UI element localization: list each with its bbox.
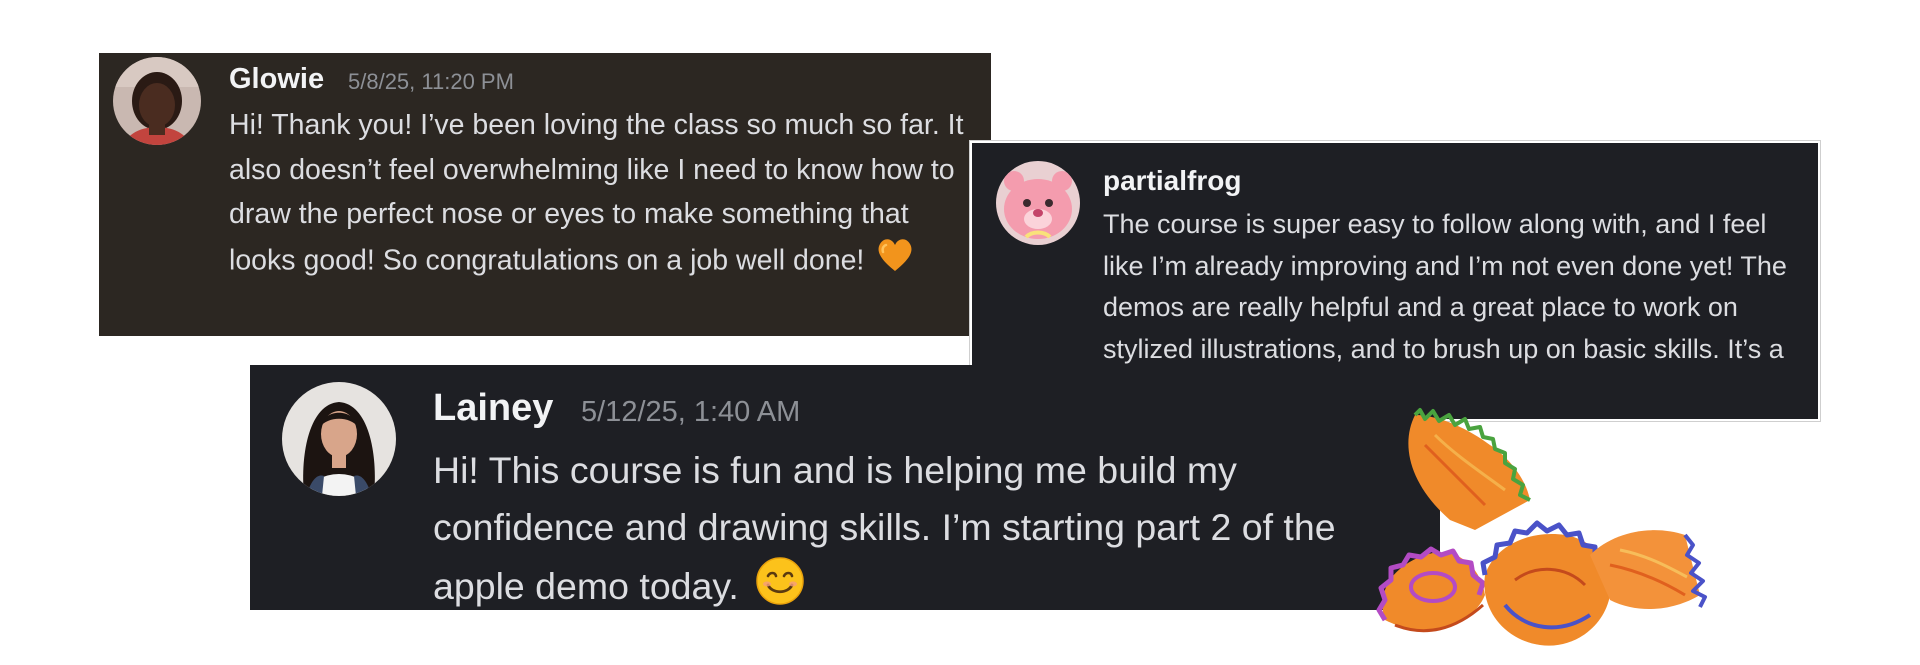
message-body: Hi! This course is fun and is helping me…: [433, 449, 1336, 607]
avatar[interactable]: [113, 57, 201, 145]
username[interactable]: Glowie: [229, 63, 324, 96]
message-text: Hi! This course is fun and is helping me…: [433, 442, 1383, 622]
timestamp: 5/12/25, 1:40 AM: [581, 396, 801, 428]
pencil-shavings-illustration: [1376, 408, 1707, 646]
username[interactable]: partialfrog: [1103, 165, 1241, 197]
orange-heart-icon: [872, 237, 914, 287]
avatar[interactable]: [282, 382, 396, 496]
message-card-glowie: Glowie 5/8/25, 11:20 PM Hi! Thank you! I…: [99, 53, 991, 336]
message-body: Hi! Thank you! I’ve been loving the clas…: [229, 109, 964, 276]
username[interactable]: Lainey: [433, 387, 553, 430]
smiling-face-icon: [749, 556, 805, 622]
timestamp: 5/8/25, 11:20 PM: [348, 69, 514, 94]
testimonial-collage: Glowie 5/8/25, 11:20 PM Hi! Thank you! I…: [0, 0, 1920, 665]
avatar[interactable]: [996, 161, 1080, 245]
message-text: Hi! Thank you! I’ve been loving the clas…: [229, 103, 974, 286]
message-card-lainey: Lainey 5/12/25, 1:40 AM Hi! This course …: [250, 365, 1440, 610]
